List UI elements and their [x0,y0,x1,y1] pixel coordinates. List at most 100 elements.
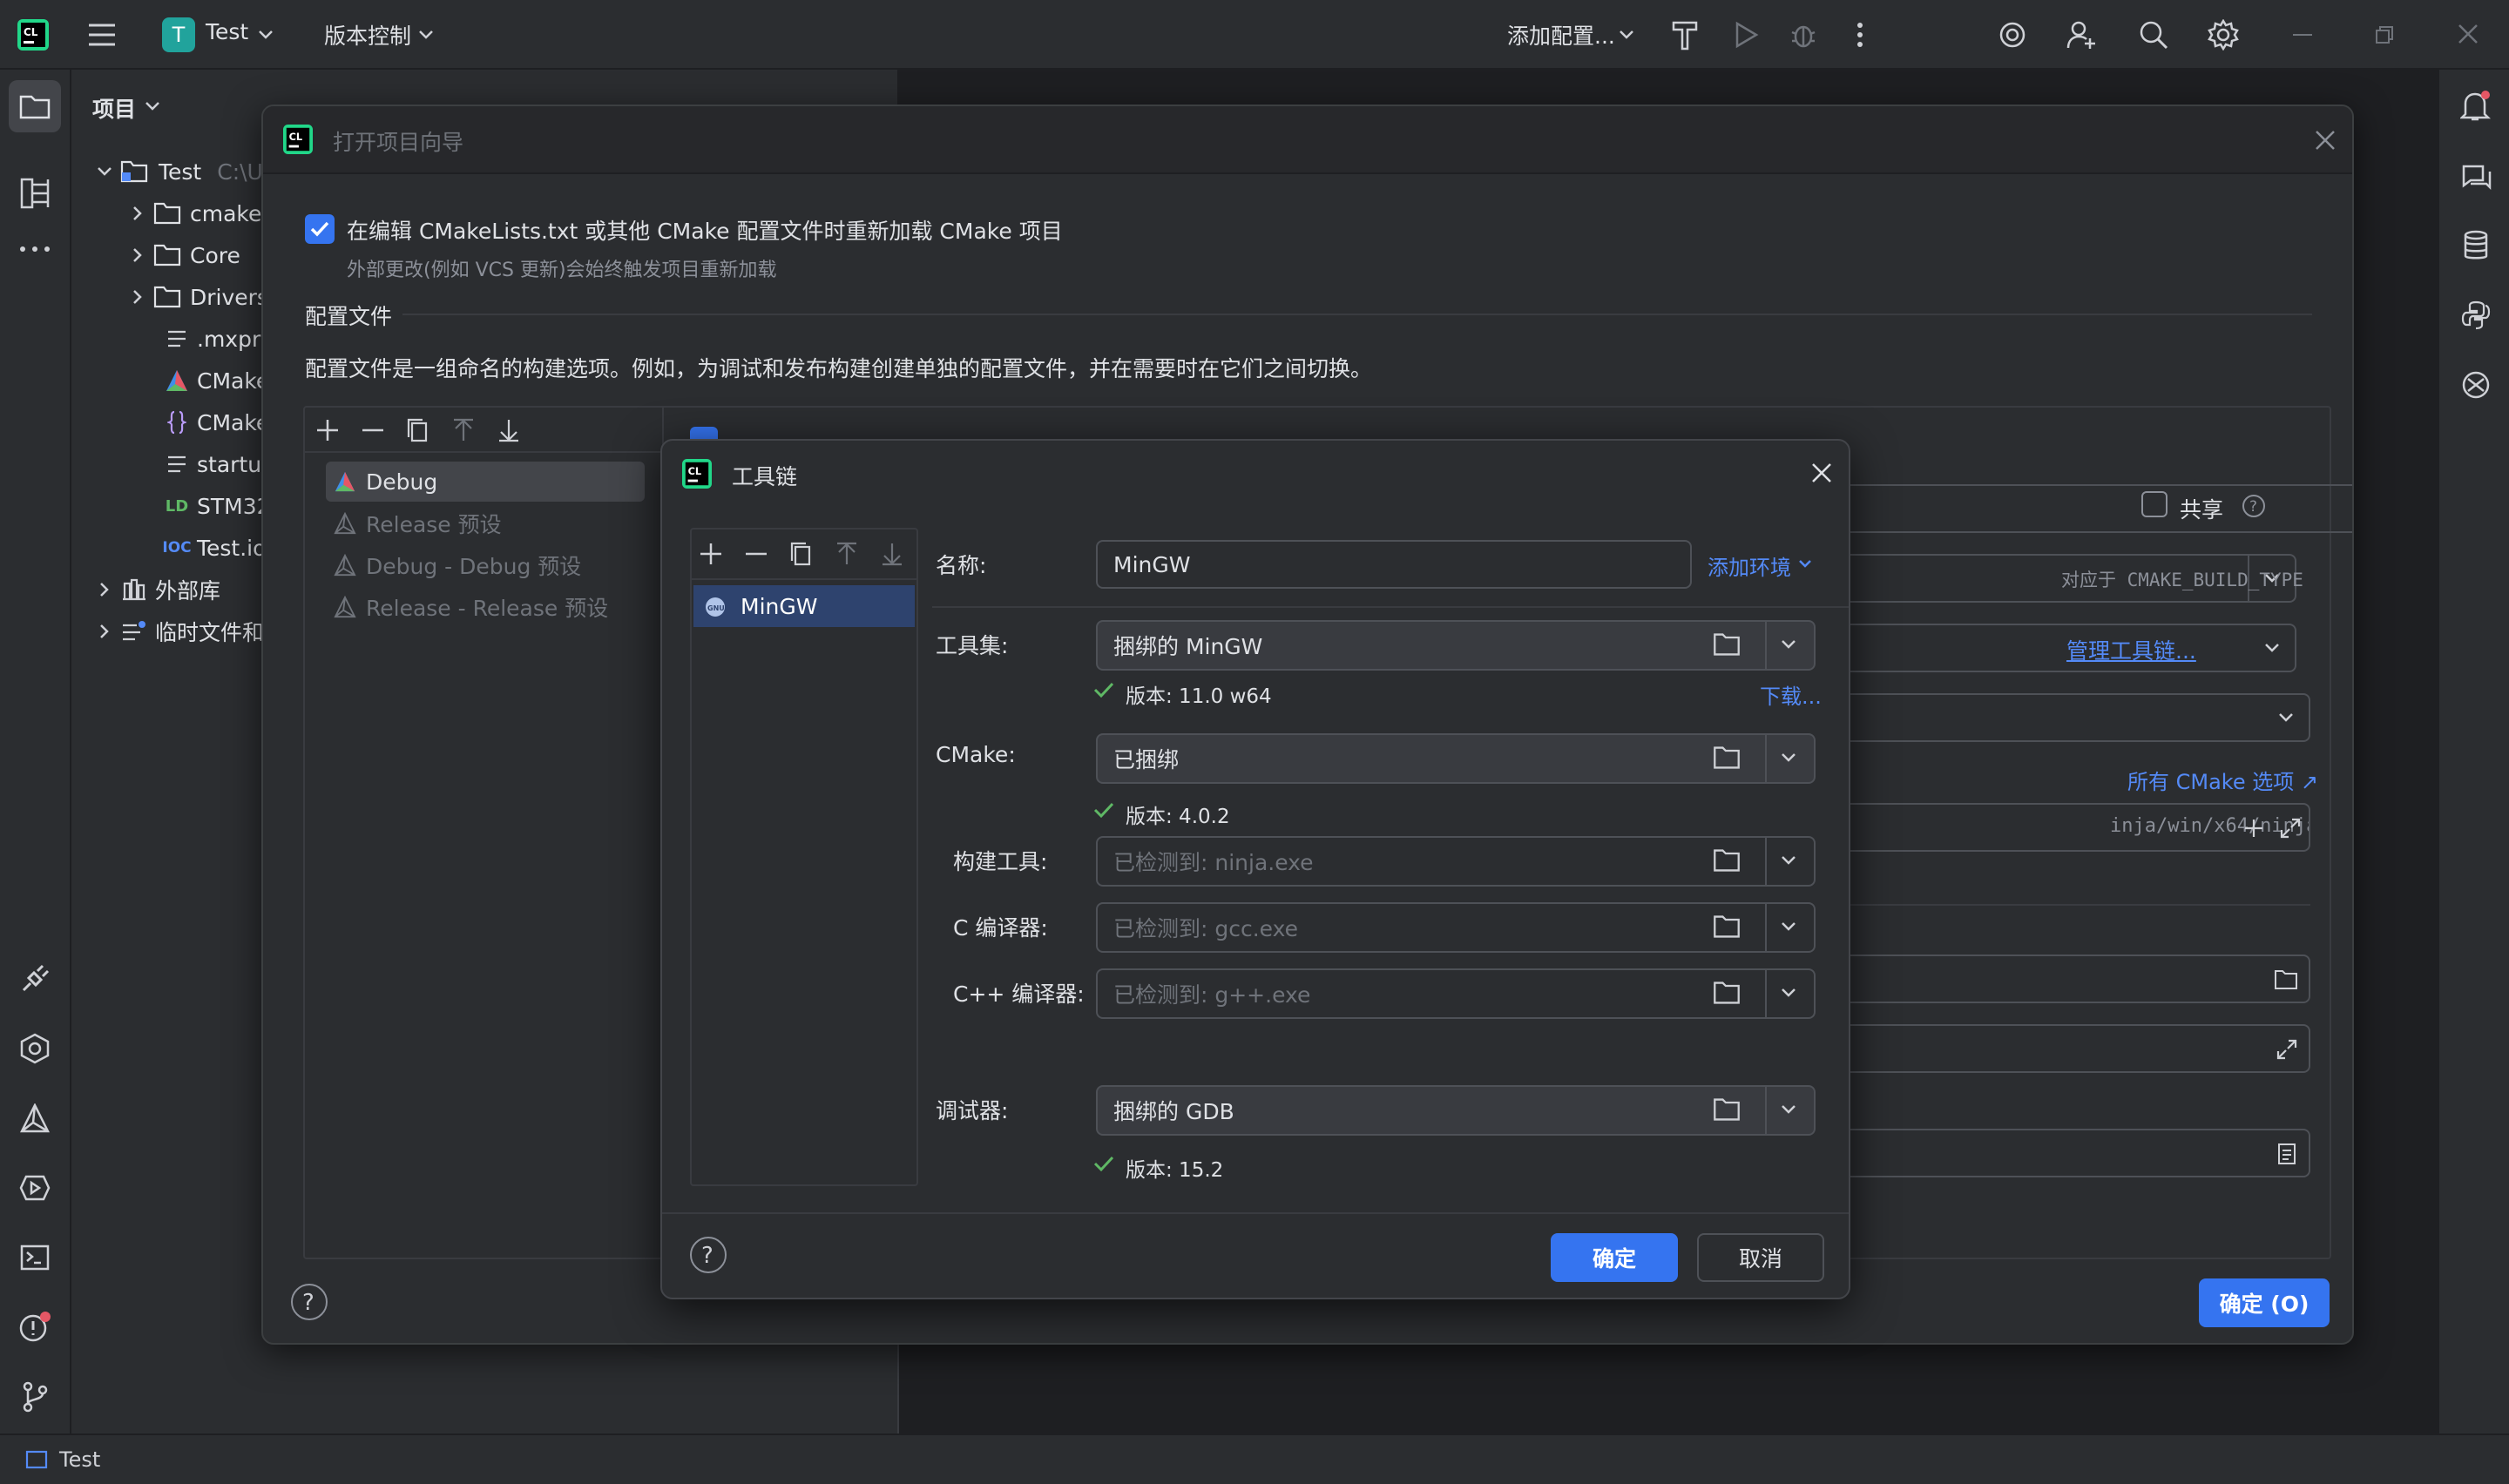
cmake-combo[interactable]: 已捆绑 [1096,733,1816,784]
build-options-field[interactable] [1831,1024,2310,1073]
tree-root[interactable]: Test C:\U [92,152,263,192]
chevron-down-icon[interactable] [1779,747,1802,770]
move-down-icon[interactable] [493,415,524,446]
gear-icon[interactable] [2206,17,2241,52]
toolchain-item-selected[interactable]: GNU MinGW [693,585,915,627]
run-config-selector[interactable]: 添加配置... [1507,19,1615,51]
menu-icon[interactable] [85,19,118,51]
close-icon[interactable] [1809,460,1835,486]
profile-item[interactable]: Release - Release 预设 [331,587,608,627]
profile-name-field[interactable] [1831,484,2352,533]
tree-item[interactable]: Core [125,235,240,275]
search-icon[interactable] [2136,17,2171,52]
reload-checkbox[interactable] [305,214,335,244]
copy-icon[interactable] [786,538,817,570]
download-link[interactable]: 下载... [1760,679,1822,710]
toolchain-combo[interactable] [1831,624,2296,672]
chevron-down-icon[interactable] [416,26,436,44]
generator-combo[interactable] [1831,693,2310,742]
tree-item[interactable]: startup [164,444,275,484]
python-icon[interactable] [2458,298,2493,333]
build-directory-field[interactable] [1831,954,2310,1003]
minimize-icon[interactable] [2289,26,2316,44]
add-environment-link[interactable]: 添加环境 [1708,550,1791,581]
profile-item[interactable]: Release 预设 [331,503,502,543]
cpp-compiler-combo[interactable]: 已检测到: g++.exe [1096,968,1816,1019]
move-up-icon[interactable] [831,538,862,570]
tree-scratches[interactable]: 临时文件和 [92,611,264,651]
close-window-icon[interactable] [2455,21,2481,47]
database-icon[interactable] [2458,228,2493,263]
chevron-down-icon[interactable] [1779,850,1802,873]
folder-icon[interactable] [1713,848,1741,874]
profile-item[interactable]: Debug [331,462,437,502]
bell-icon[interactable] [2458,89,2493,124]
vcs-menu[interactable]: 版本控制 [324,19,411,51]
add-icon[interactable] [312,415,343,446]
tree-item[interactable]: IOC Test.io [162,528,266,568]
chevron-down-icon[interactable] [1779,982,1802,1005]
run-icon[interactable] [1728,17,1763,52]
project-tool-button[interactable] [9,80,61,132]
profile-item[interactable]: Debug - Debug 预设 [331,545,581,585]
restore-icon[interactable] [2371,23,2397,47]
chevron-down-icon[interactable] [1796,557,1814,571]
reload-checkbox-label[interactable]: 在编辑 CMakeLists.txt 或其他 CMake 配置文件时重新加载 C… [347,214,1063,246]
add-user-icon[interactable] [2065,17,2100,52]
toolset-combo[interactable]: 捆绑的 MinGW [1096,620,1816,671]
problems-icon[interactable] [17,1310,52,1345]
status-project-name[interactable]: Test [59,1447,100,1472]
expand-icon[interactable] [2274,1036,2300,1062]
chevron-down-icon[interactable] [1779,1099,1802,1122]
copy-icon[interactable] [402,415,434,446]
project-badge[interactable]: T [162,17,195,52]
close-icon[interactable] [2312,127,2338,153]
cmake-options-field[interactable]: inja/win/x64/ninja.exe" [1831,803,2310,852]
ai-chat-icon[interactable] [2458,159,2493,193]
remove-icon[interactable] [357,415,389,446]
chevron-down-icon[interactable] [256,26,275,44]
add-icon[interactable] [2241,815,2267,841]
plug-icon[interactable] [17,961,52,996]
chevron-down-icon[interactable] [143,99,162,113]
more-icon[interactable] [1847,17,1873,52]
project-panel-title[interactable]: 项目 [92,92,136,124]
chevron-down-icon[interactable] [1779,916,1802,939]
tree-item[interactable]: cmake [125,193,261,233]
folder-icon[interactable] [1713,1097,1741,1123]
help-icon[interactable]: ? [688,1235,728,1275]
folder-icon[interactable] [2272,967,2300,993]
name-input[interactable]: MinGW [1096,540,1692,589]
debug-icon[interactable] [1786,17,1821,52]
document-icon[interactable] [2274,1141,2300,1167]
wizard-ok-button[interactable]: 确定 (O) [2199,1278,2330,1327]
folder-icon[interactable] [1713,632,1741,658]
tree-external-libs[interactable]: 外部库 [92,570,220,610]
debugger-combo[interactable]: 捆绑的 GDB [1096,1085,1816,1136]
tree-item[interactable]: LD STM32 [164,486,271,526]
environment-field[interactable] [1831,1129,2310,1177]
project-name[interactable]: Test [206,19,248,44]
plugins-icon[interactable] [2458,368,2493,402]
git-icon[interactable] [17,1379,52,1414]
move-down-icon[interactable] [876,538,908,570]
ai-icon[interactable] [1995,17,2030,52]
help-icon[interactable]: ? [289,1282,329,1322]
tree-item[interactable]: .mxpro [164,319,274,359]
services-run-icon[interactable] [17,1170,52,1205]
tree-item[interactable]: CMake [164,361,269,401]
c-compiler-combo[interactable]: 已检测到: gcc.exe [1096,902,1816,953]
hammer-icon[interactable] [1667,17,1702,52]
cmake-icon[interactable] [17,1101,52,1136]
remove-icon[interactable] [741,538,772,570]
add-icon[interactable] [695,538,727,570]
all-cmake-options-link[interactable]: 所有 CMake 选项 ↗ [2127,765,2318,795]
terminal-icon[interactable] [17,1240,52,1275]
build-tool-combo[interactable]: 已检测到: ninja.exe [1096,836,1816,887]
chevron-down-icon[interactable] [1779,634,1802,657]
share-checkbox[interactable] [2141,491,2167,517]
share-label[interactable]: 共享 [2180,493,2223,524]
folder-icon[interactable] [1713,914,1741,941]
tree-item[interactable]: CMake [164,402,269,442]
tree-item[interactable]: Drivers [125,277,268,317]
